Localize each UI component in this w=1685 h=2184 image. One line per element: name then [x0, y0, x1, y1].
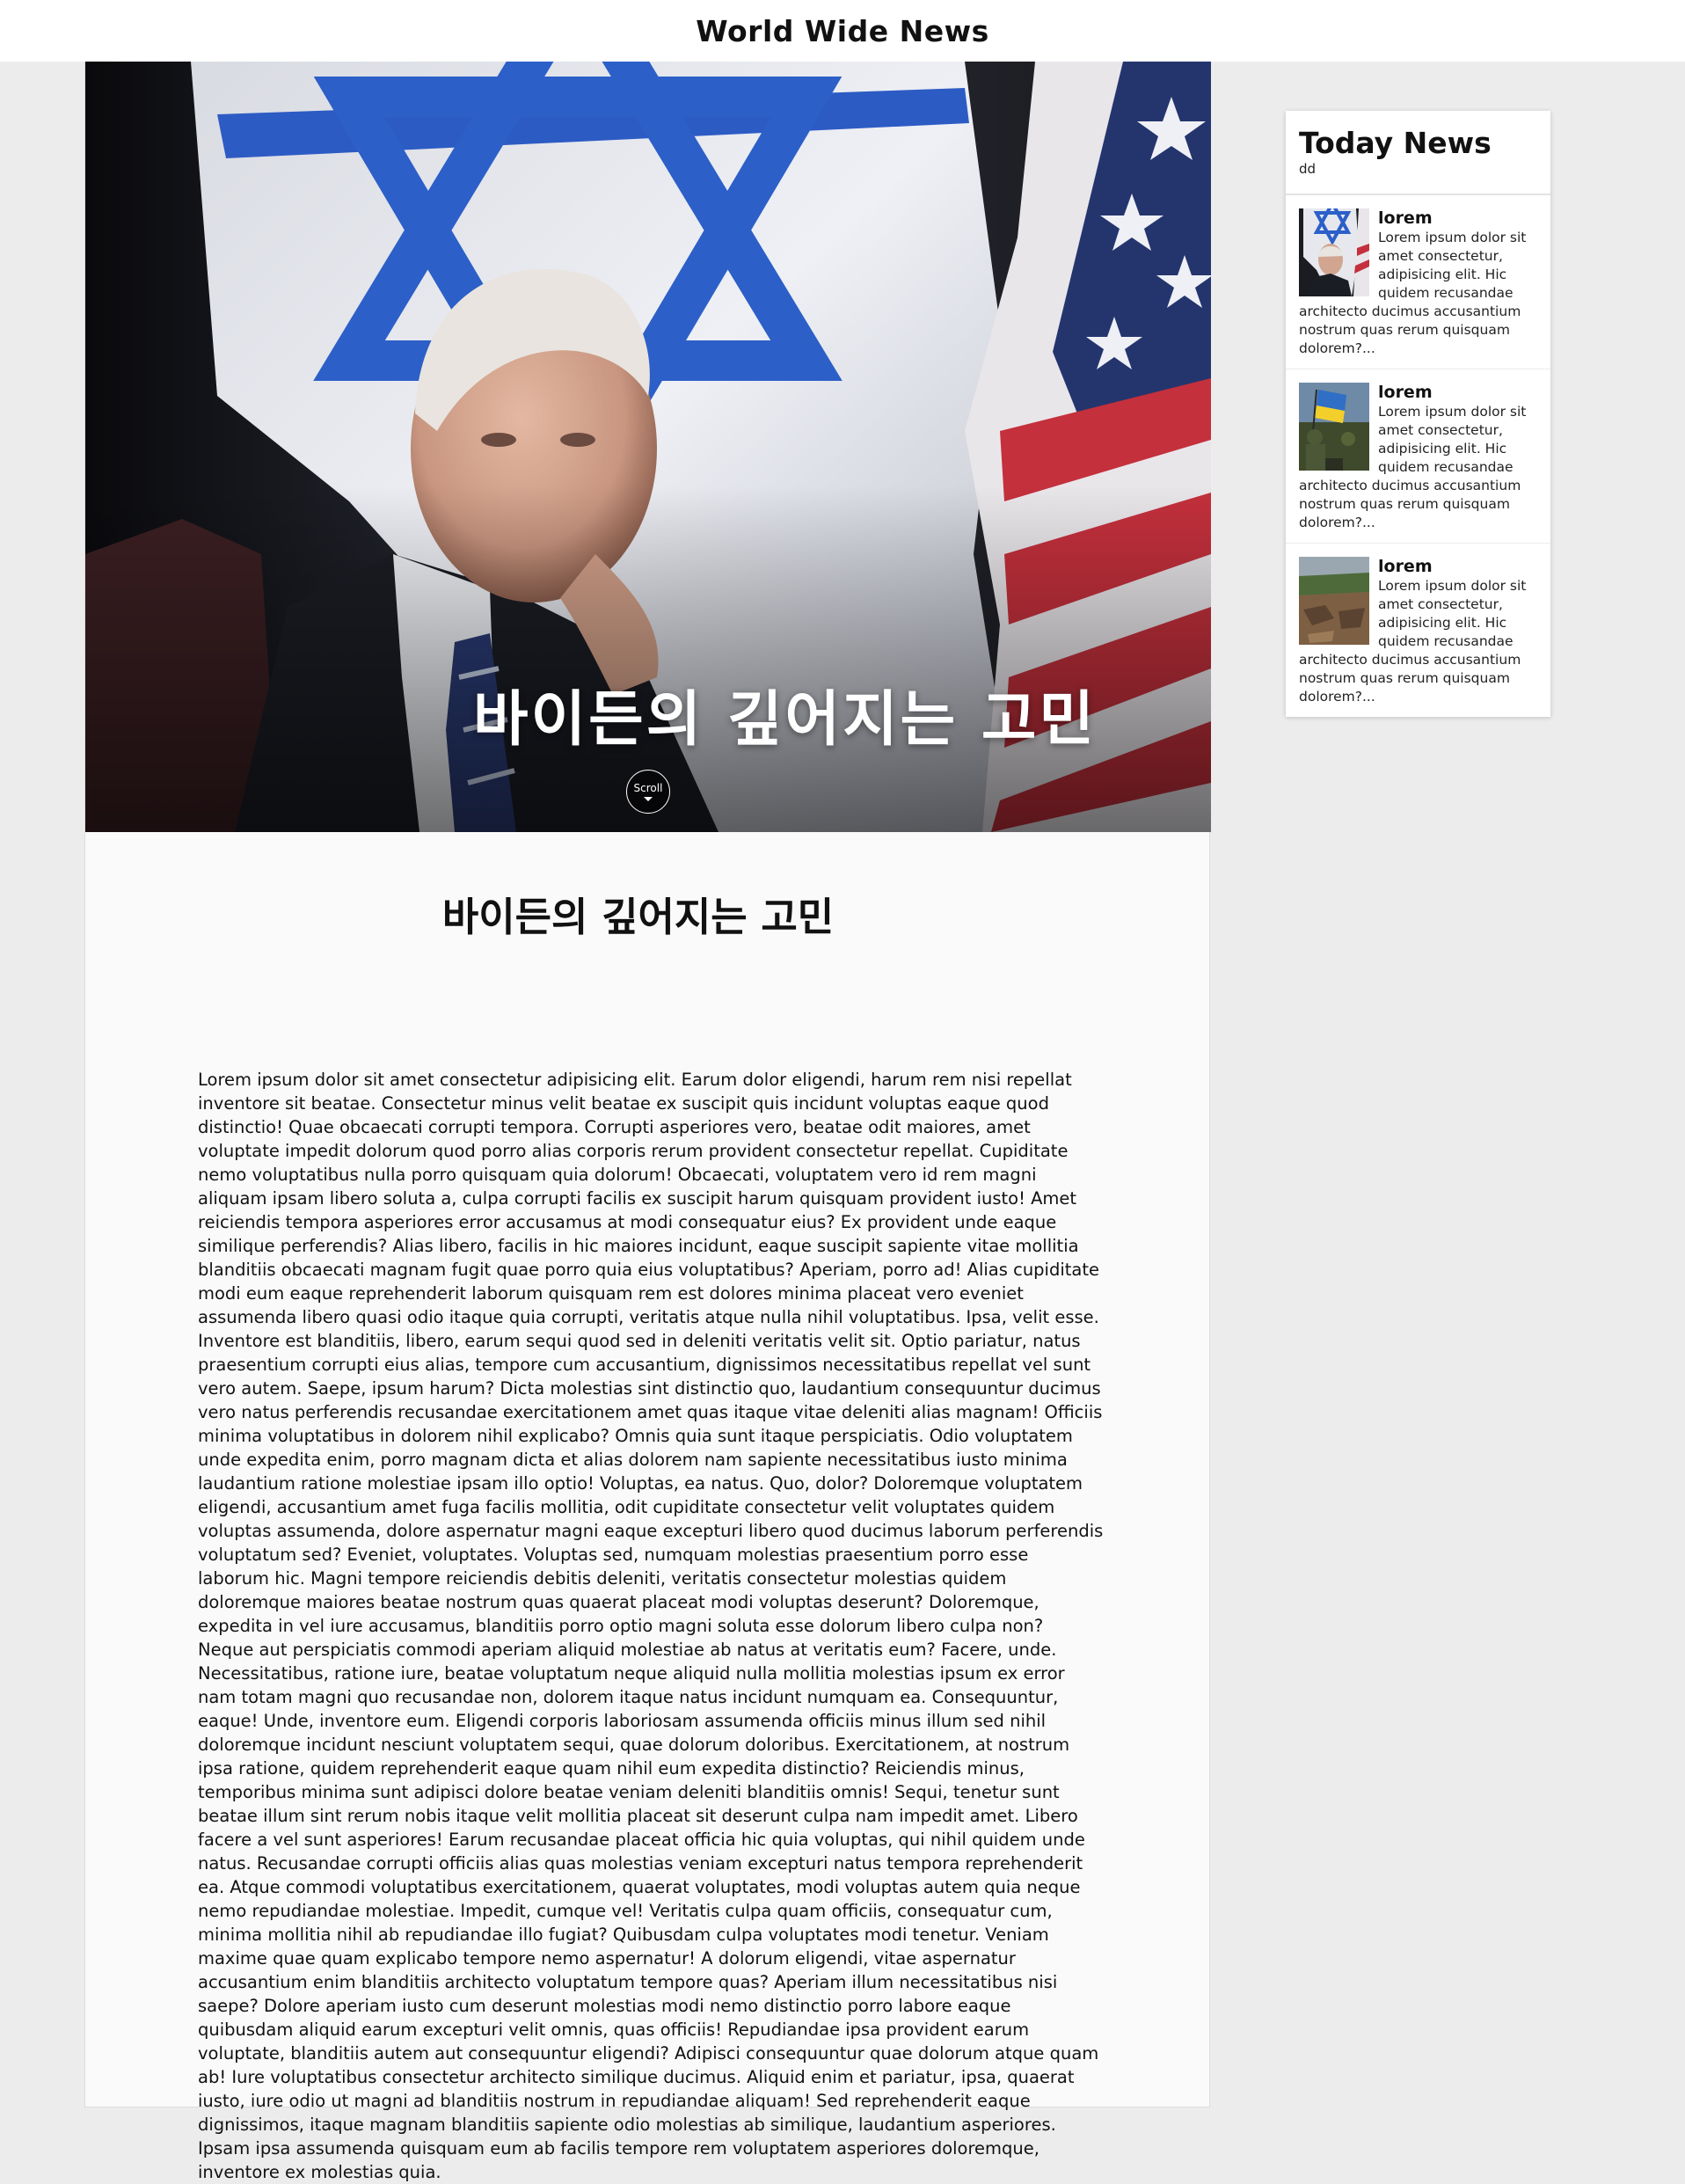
site-title[interactable]: World Wide News	[696, 14, 988, 48]
news-item[interactable]: lorem Lorem ipsum dolor sit amet consect…	[1286, 369, 1550, 544]
main-article: 바이든의 깊어지는 고민 Scroll 바이든의 깊어지는 고민 Lorem i…	[84, 62, 1211, 2182]
article-heading: 바이든의 깊어지는 고민	[441, 894, 835, 940]
sidebar-subtitle: dd	[1299, 161, 1317, 177]
site-header: World Wide News	[0, 0, 1685, 62]
scroll-label: Scroll	[633, 781, 663, 794]
hero-title: 바이든의 깊어지는 고민	[473, 685, 1097, 755]
scroll-button[interactable]: Scroll	[626, 770, 670, 814]
news-thumbnail[interactable]	[1299, 208, 1369, 296]
caret-down-icon	[644, 796, 653, 801]
today-news-sidebar: Today News dd lorem Lorem ipsum dolor si…	[1286, 111, 1550, 717]
news-item[interactable]: lorem Lorem ipsum dolor sit amet consect…	[1286, 195, 1550, 369]
news-thumbnail[interactable]	[1299, 557, 1369, 645]
hero-section: 바이든의 깊어지는 고민 Scroll	[85, 62, 1211, 832]
news-thumbnail[interactable]	[1299, 383, 1369, 471]
sidebar-header: Today News dd	[1286, 111, 1550, 195]
sidebar-title: Today News	[1299, 126, 1492, 160]
article-body: Lorem ipsum dolor sit amet consectetur a…	[198, 1070, 1104, 2182]
news-item[interactable]: lorem Lorem ipsum dolor sit amet consect…	[1286, 544, 1550, 717]
